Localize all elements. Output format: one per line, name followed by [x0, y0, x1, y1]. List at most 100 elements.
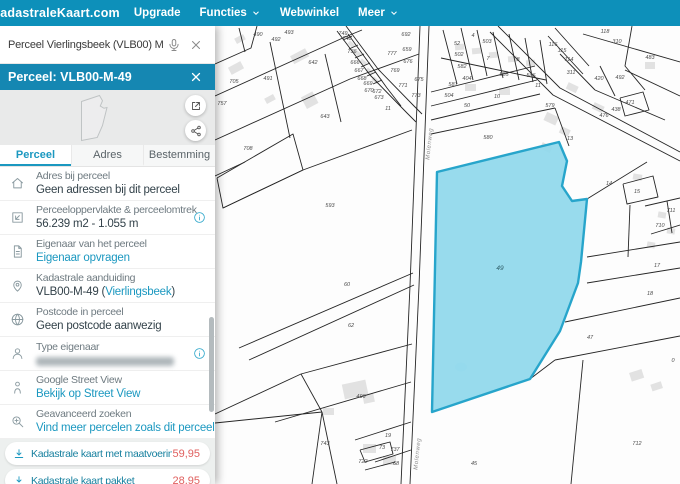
- panel-header: Perceel: VLB00-M-49: [0, 64, 215, 90]
- parcel-number-label: 18: [647, 291, 654, 297]
- tab-bestemming[interactable]: Bestemming: [143, 145, 215, 166]
- vierlingsbeek-link[interactable]: Vierlingsbeek: [105, 286, 171, 298]
- map-marker-icon: [10, 278, 36, 293]
- parcel-number-label: 666: [350, 60, 360, 66]
- open-external-button[interactable]: [185, 95, 206, 116]
- parcel-number-label: 582: [457, 64, 466, 70]
- parcel-number-label: 708: [243, 146, 253, 152]
- parcel-number-label: 490: [253, 32, 263, 38]
- parcel-number-label: 773: [411, 93, 421, 99]
- parcel-number-label: 722: [358, 459, 367, 465]
- info-icon[interactable]: [191, 346, 207, 362]
- parcel-number-label: 737: [390, 447, 400, 453]
- parcel-number-label: 676: [403, 59, 413, 65]
- share-button[interactable]: [185, 120, 206, 141]
- price: 28,95: [172, 475, 200, 484]
- parcel-number-label: 11: [385, 106, 391, 112]
- parcel-number-label: 492: [271, 37, 280, 43]
- row-street-view: Google Street View Bekijk op Street View: [0, 371, 215, 405]
- nav-item-upgrade[interactable]: Upgrade: [134, 7, 181, 19]
- clear-search-icon[interactable]: [185, 34, 207, 56]
- parcel-number-label: 11: [535, 83, 541, 89]
- nav-item-webwinkel[interactable]: Webwinkel: [280, 7, 339, 19]
- parcel-sidebar: Perceel Vierlingsbeek (VLB00) M 49 Perce…: [0, 26, 215, 484]
- info-icon[interactable]: [191, 210, 207, 226]
- row-eigenaar: Eigenaar van het perceel Eigenaar opvrag…: [0, 235, 215, 269]
- parcel-number-label: 438: [611, 107, 621, 113]
- parcel-detail-list: Adres bij perceel Geen adressen bij dit …: [0, 167, 215, 439]
- parcel-number-label: 579: [545, 103, 554, 109]
- nav-item-meer[interactable]: Meer: [358, 7, 399, 19]
- tab-perceel[interactable]: Perceel: [0, 145, 71, 166]
- street-view-link[interactable]: Bekijk op Street View: [36, 387, 207, 402]
- tab-adres[interactable]: Adres: [71, 145, 143, 166]
- area-icon: [10, 210, 36, 225]
- parcel-number-label: 769: [390, 68, 399, 74]
- row-adres: Adres bij perceel Geen adressen bij dit …: [0, 167, 215, 201]
- parcel-number-label: 711: [667, 208, 676, 214]
- parcel-number-label: 743: [320, 441, 330, 447]
- download-icon: [13, 448, 25, 460]
- buy-kaart-maatvoering[interactable]: Kadastrale kaart met maatvoering 59,95: [5, 442, 210, 465]
- parcel-number-label: 581: [448, 82, 457, 88]
- parcel-number-label: 493: [284, 30, 294, 36]
- parcel-number-label: 675: [414, 77, 424, 83]
- eigenaar-opvragen-link[interactable]: Eigenaar opvragen: [36, 251, 207, 266]
- buy-kaart-pakket[interactable]: Kadastrale kaart pakket 28,95: [5, 469, 210, 484]
- cadastral-map[interactable]: 49MolenwegMolenweg4904924937054916427576…: [215, 26, 680, 484]
- nav-item-functies[interactable]: Functies: [200, 7, 261, 19]
- parcel-number-label: 771: [398, 83, 407, 89]
- kadastralekaart-app: KadastraleKaart.com Upgrade Functies Web…: [0, 0, 680, 484]
- parcel-number-label: 669: [363, 81, 372, 87]
- parcel-preview: [0, 90, 215, 145]
- search-input[interactable]: Perceel Vierlingsbeek (VLB00) M 49: [8, 39, 163, 51]
- parcel-number-label: 673: [374, 95, 384, 101]
- parcel-number-label: 505: [499, 72, 509, 78]
- sidebar-scrollbar[interactable]: [209, 317, 214, 439]
- parcel-number-label: 60: [344, 282, 351, 288]
- site-logo[interactable]: KadastraleKaart.com: [0, 6, 120, 20]
- street-view-icon: [10, 380, 36, 395]
- search-bar[interactable]: Perceel Vierlingsbeek (VLB00) M 49: [0, 26, 215, 64]
- parcel-number-label: 504: [444, 93, 453, 99]
- panel-title: Perceel: VLB00-M-49: [8, 70, 185, 84]
- parcel-number-label: 310: [612, 39, 622, 45]
- parcel-number-label: 17: [654, 263, 661, 269]
- parcel-number-label: 471: [625, 100, 634, 106]
- parcel-number-label: 52: [454, 41, 460, 47]
- parcel-number-label: 496: [356, 394, 366, 400]
- row-type-eigenaar: Type eigenaar: [0, 337, 215, 371]
- advanced-search-link[interactable]: Vind meer percelen zoals dit perceel: [36, 421, 207, 436]
- row-oppervlakte: Perceeloppervlakte & perceelomtrek 56.23…: [0, 201, 215, 235]
- parcel-number-label: 404: [462, 76, 471, 82]
- parcel-number-label: 736: [347, 49, 357, 55]
- parcel-number-label: 491: [263, 76, 272, 82]
- parcel-number-label: 13: [567, 136, 574, 142]
- parcel-number-label: 4: [471, 33, 474, 39]
- parcel-number-label: 62: [348, 323, 354, 329]
- redacted-value: [36, 357, 174, 366]
- parcel-number-label: 420: [594, 76, 604, 82]
- document-icon: [10, 244, 36, 259]
- search-plus-icon: [10, 414, 36, 429]
- microphone-icon[interactable]: [163, 34, 185, 56]
- parcel-number-label: 777: [387, 51, 397, 57]
- row-geavanceerd-zoeken: Geavanceerd zoeken Vind meer percelen zo…: [0, 405, 215, 439]
- nav-menu: Upgrade Functies Webwinkel Meer: [134, 7, 399, 19]
- parcel-number-label: 68: [393, 461, 400, 467]
- parcel-number-label: 114: [565, 57, 574, 63]
- download-icon: [13, 475, 25, 484]
- close-panel-icon[interactable]: [185, 66, 207, 88]
- parcel-number-label: 593: [325, 203, 335, 209]
- parcel-number-label: 506: [526, 73, 536, 79]
- row-postcode: Postcode in perceel Geen postcode aanwez…: [0, 303, 215, 337]
- parcel-number-label: 118: [601, 29, 611, 35]
- price: 59,95: [172, 448, 200, 460]
- parcel-number-label: 492: [615, 75, 624, 81]
- chevron-down-icon: [389, 8, 399, 18]
- home-icon: [10, 176, 36, 191]
- external-link-icon: [190, 100, 202, 112]
- parcel-number-label: 19: [385, 433, 391, 439]
- parcel-number-label: 73: [379, 445, 386, 451]
- scrollbar-thumb[interactable]: [209, 317, 214, 412]
